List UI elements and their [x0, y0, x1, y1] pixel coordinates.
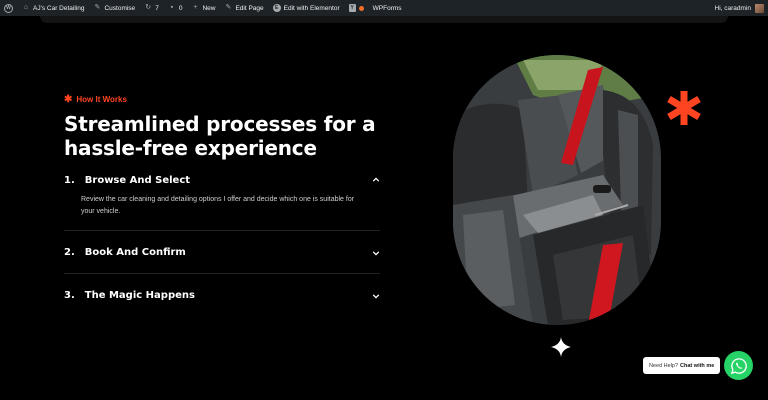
- elementor-icon: E: [272, 4, 281, 12]
- section-heading: Streamlined processes for a hassle-free …: [64, 112, 376, 160]
- comments-link[interactable]: ▪ 0: [168, 4, 183, 12]
- asterisk-icon: ✱: [64, 93, 73, 105]
- wordpress-icon: W: [4, 3, 13, 13]
- site-name-menu[interactable]: ⌂ AJ's Car Detailing: [22, 4, 85, 12]
- accordion-item-magic: 3. The Magic Happens: [64, 274, 380, 317]
- chevron-up-icon: [372, 177, 380, 182]
- updates-link[interactable]: ↻ 7: [144, 4, 159, 12]
- step-number: 3.: [64, 290, 75, 301]
- decorative-asterisk-icon: [667, 91, 701, 125]
- site-header-bar: [40, 16, 728, 23]
- wpforms-label: WPForms: [372, 4, 402, 12]
- seo-status-dot: [358, 5, 364, 11]
- step-number: 2.: [64, 247, 75, 258]
- updates-count: 7: [155, 4, 159, 12]
- step-title: The Magic Happens: [84, 290, 195, 301]
- pencil-icon: ✎: [225, 4, 232, 11]
- whatsapp-icon: [730, 357, 747, 374]
- customise-link[interactable]: ✎ Customise: [93, 4, 136, 12]
- steps-accordion: 1. Browse And Select Review the car clea…: [64, 166, 380, 317]
- section-eyebrow: ✱ How It Works: [64, 93, 127, 105]
- whatsapp-chat-button[interactable]: [724, 351, 753, 380]
- wp-admin-bar: W ⌂ AJ's Car Detailing ✎ Customise ↻ 7 ▪…: [0, 0, 768, 16]
- accordion-header-book[interactable]: 2. Book And Confirm: [64, 231, 380, 274]
- edit-elementor-label: Edit with Elementor: [283, 4, 340, 12]
- chevron-down-icon: [372, 250, 380, 256]
- plus-icon: +: [193, 4, 198, 11]
- accordion-item-browse: 1. Browse And Select Review the car clea…: [64, 166, 380, 231]
- comment-icon: ▪: [170, 4, 174, 11]
- car-interior-photo: [453, 55, 661, 325]
- chat-prompt-text: Need Help?: [649, 362, 679, 369]
- accordion-item-book: 2. Book And Confirm: [64, 231, 380, 274]
- step-description: Review the car cleaning and detailing op…: [81, 196, 355, 215]
- greeting: Hi, caradmin: [714, 4, 751, 12]
- edit-page-link[interactable]: ✎ Edit Page: [224, 4, 264, 12]
- account-menu[interactable]: Hi, caradmin: [714, 3, 764, 13]
- site-name: AJ's Car Detailing: [33, 4, 85, 12]
- seo-menu[interactable]: Y: [348, 4, 364, 12]
- step-title: Browse And Select: [84, 174, 191, 186]
- accordion-header-browse[interactable]: 1. Browse And Select: [64, 166, 380, 194]
- edit-elementor-link[interactable]: E Edit with Elementor: [272, 4, 340, 12]
- updates-icon: ↻: [145, 4, 152, 11]
- accordion-header-magic[interactable]: 3. The Magic Happens: [64, 274, 380, 317]
- step-title: Book And Confirm: [84, 247, 186, 258]
- chat-cta-text: Chat with me: [680, 362, 715, 369]
- avatar: [755, 3, 764, 13]
- new-label: New: [202, 4, 216, 12]
- eyebrow-label: How It Works: [76, 95, 127, 104]
- chat-prompt[interactable]: Need Help? Chat with me: [643, 357, 721, 374]
- wpforms-menu[interactable]: WPForms: [373, 5, 402, 12]
- comments-count: 0: [178, 4, 183, 12]
- new-content-menu[interactable]: + New: [191, 4, 215, 12]
- wp-logo-menu[interactable]: W: [4, 3, 13, 13]
- yoast-icon: Y: [348, 4, 356, 12]
- sparkle-icon: [551, 337, 571, 357]
- customise-label: Customise: [104, 4, 136, 12]
- brush-icon: ✎: [94, 4, 101, 11]
- home-icon: ⌂: [23, 4, 29, 11]
- step-number: 1.: [64, 174, 75, 186]
- edit-page-label: Edit Page: [235, 4, 264, 12]
- chevron-down-icon: [372, 293, 380, 299]
